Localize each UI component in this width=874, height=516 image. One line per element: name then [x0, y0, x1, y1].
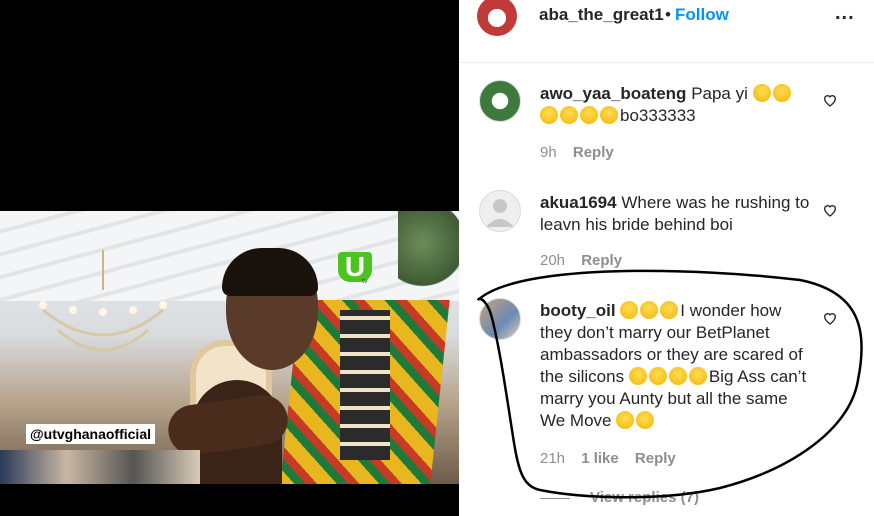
laughing-emoji-icon: [540, 106, 558, 124]
comment-meta: 9h Reply: [540, 144, 614, 161]
comment-text: akua1694 Where was he rushing to leavn h…: [540, 192, 810, 236]
comment-meta: 21h 1 like Reply: [540, 450, 676, 467]
laughing-emoji-icon: [752, 84, 771, 102]
commenter-username[interactable]: booty_oil: [540, 301, 616, 320]
chandelier-image: [39, 250, 167, 352]
laughing-emoji-icon: [668, 367, 687, 385]
view-replies-line: [540, 498, 570, 499]
follow-button[interactable]: Follow: [675, 5, 729, 25]
commenter-username[interactable]: akua1694: [540, 193, 617, 212]
watermark-tag: @utvghanaofficial: [26, 424, 155, 444]
likes-count[interactable]: 1 like: [581, 450, 619, 467]
reply-button[interactable]: Reply: [573, 144, 614, 161]
laughing-emoji-icon: [772, 84, 791, 102]
like-heart-icon[interactable]: [822, 202, 838, 218]
laughing-emoji-icon: [580, 106, 598, 124]
author-username[interactable]: aba_the_great1: [539, 5, 664, 25]
commenter-avatar[interactable]: [479, 190, 521, 232]
author-avatar[interactable]: [477, 0, 517, 36]
utv-logo-sub: tv: [362, 278, 368, 285]
laughing-emoji-icon: [688, 367, 707, 385]
comment-time: 9h: [540, 144, 557, 161]
commenter-avatar[interactable]: [479, 298, 521, 340]
crowd-image: [0, 450, 200, 484]
comment-time: 21h: [540, 450, 566, 467]
comment-text: booty_oil I wonder how they don’t marry …: [540, 300, 810, 432]
commenter-avatar[interactable]: [479, 80, 521, 122]
post-media[interactable]: U tv @utvghanaofficial: [0, 0, 459, 516]
comment-time: 20h: [540, 252, 566, 269]
comment-meta: 20h Reply: [540, 252, 622, 269]
pleading-emoji-icon: [616, 411, 635, 429]
like-heart-icon[interactable]: [822, 310, 838, 326]
laughing-emoji-icon: [600, 106, 618, 124]
comments-panel: aba_the_great1 • Follow ... awo_yaa_boat…: [459, 0, 874, 516]
tired-face-emoji-icon: [660, 301, 679, 319]
laughing-emoji-icon: [560, 106, 578, 124]
more-options-icon[interactable]: ...: [835, 2, 855, 25]
reply-button[interactable]: Reply: [635, 450, 676, 467]
post-header: aba_the_great1 • Follow ...: [459, 0, 874, 63]
tired-face-emoji-icon: [640, 301, 659, 319]
comment-text: awo_yaa_boateng Papa yi bo333333: [540, 83, 810, 127]
reply-button[interactable]: Reply: [581, 252, 622, 269]
view-replies-button[interactable]: View replies (7): [590, 489, 699, 506]
thinking-emoji-icon: [628, 367, 647, 385]
commenter-username[interactable]: awo_yaa_boateng: [540, 84, 686, 103]
comment-body: Papa yi: [691, 84, 748, 103]
header-separator: •: [665, 5, 671, 24]
like-heart-icon[interactable]: [822, 92, 838, 108]
pleading-emoji-icon: [636, 411, 655, 429]
plant-image: [398, 211, 459, 291]
comment-body-tail: bo333333: [620, 106, 696, 125]
tired-face-emoji-icon: [620, 301, 639, 319]
default-avatar-icon: [486, 199, 514, 227]
kente-stripe-image: [340, 310, 390, 460]
thinking-emoji-icon: [648, 367, 667, 385]
